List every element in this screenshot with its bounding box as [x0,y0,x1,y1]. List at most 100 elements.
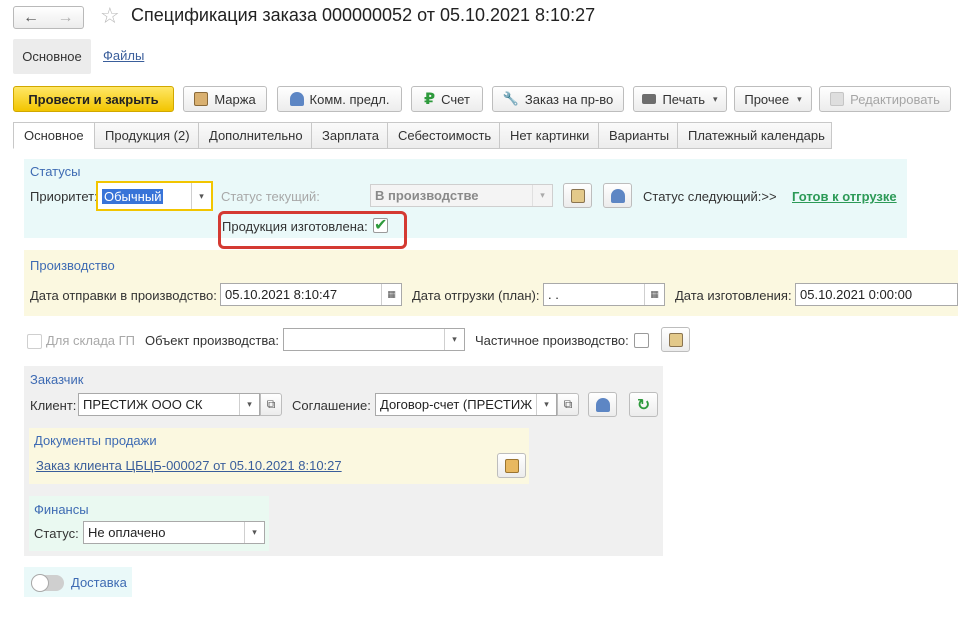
form-tabs: Основное Продукция (2) Дополнительно Зар… [13,122,832,149]
chevron-down-icon: ▾ [713,93,718,104]
chevron-down-icon: ▾ [797,93,802,104]
sent-date-value: 05.10.2021 8:10:47 [225,287,338,302]
payment-status-label: Статус: [34,526,79,541]
next-status-link[interactable]: Готов к отгрузке [792,189,897,204]
client-value: ПРЕСТИЖ ООО СК [83,397,203,412]
other-label: Прочее [744,91,790,107]
tab-main[interactable]: Основное [13,122,94,149]
chevron-down-icon: ▾ [532,185,552,206]
tab-variants[interactable]: Варианты [598,122,677,149]
refresh-button[interactable]: ↻ [629,392,658,417]
client-label: Клиент: [30,398,77,413]
agreement-label: Соглашение: [292,398,371,413]
calendar-icon[interactable]: ▦ [644,284,664,305]
tab-payment-calendar[interactable]: Платежный календарь [677,122,832,149]
forward-button[interactable]: → [48,6,84,29]
margin-label: Маржа [214,91,256,107]
calendar-icon[interactable]: ▦ [381,284,401,305]
tab-products[interactable]: Продукция (2) [94,122,198,149]
tab-salary[interactable]: Зарплата [311,122,387,149]
clipboard-icon [668,332,683,347]
ship-date-value: . . [548,287,559,302]
priority-select[interactable]: Обычный ▾ [96,181,213,211]
post-and-close-button[interactable]: Провести и закрыть [13,86,174,112]
priority-label: Приоритет: [30,189,98,204]
partial-production-checkbox[interactable] [634,333,649,348]
made-date-value: 05.10.2021 0:00:00 [800,287,913,302]
current-status-label: Статус текущий: [221,189,320,204]
back-button[interactable]: ← [13,6,49,29]
user-icon [289,92,304,106]
made-date-field[interactable]: 05.10.2021 0:00:00 [795,283,958,306]
client-open-button[interactable]: ⧉ [260,393,282,416]
print-label: Печать [662,91,706,107]
chevron-down-icon[interactable]: ▾ [536,394,556,415]
production-object-label: Объект производства: [145,333,279,348]
chevron-down-icon[interactable]: ▾ [239,394,259,415]
sales-docs-title: Документы продажи [34,433,157,448]
arrow-right-icon: → [57,8,74,26]
production-title: Производство [30,258,115,273]
next-status-label: Статус следующий:>> [643,189,777,204]
chevron-down-icon[interactable]: ▾ [244,522,264,543]
status-history-button[interactable] [563,183,592,208]
sales-order-link[interactable]: Заказ клиента ЦБЦБ-000027 от 05.10.2021 … [36,458,342,473]
production-order-button[interactable]: 🔧 Заказ на пр-во [492,86,624,112]
status-user-button[interactable] [603,183,632,208]
open-icon: ⧉ [266,397,276,411]
partial-production-label: Частичное производство: [475,333,629,348]
invoice-label: Счет [441,91,470,107]
sent-date-label: Дата отправки в производство: [30,288,217,303]
other-button[interactable]: Прочее ▾ [734,86,812,112]
highlight-frame [218,211,407,249]
partial-production-button[interactable] [661,327,690,352]
customer-user-button[interactable] [588,392,617,417]
commercial-offer-button[interactable]: Комм. предл. [277,86,402,112]
priority-value: Обычный [102,188,164,204]
current-status-field: В производстве ▾ [370,184,553,207]
subnav-main[interactable]: Основное [13,39,91,74]
production-object-select[interactable]: ▾ [283,328,465,351]
sales-docs-upload-button[interactable] [497,453,526,478]
production-order-label: Заказ на пр-во [524,91,614,107]
ship-date-label: Дата отгрузки (план): [412,288,540,303]
agreement-select[interactable]: Договор-счет (ПРЕСТИЖ ▾ [375,393,557,416]
sent-date-field[interactable]: 05.10.2021 8:10:47 ▦ [220,283,402,306]
ship-date-field[interactable]: . . ▦ [543,283,665,306]
tab-cost[interactable]: Себестоимость [387,122,499,149]
warehouse-checkbox[interactable] [27,334,42,349]
open-icon: ⧉ [563,397,573,411]
margin-icon [194,92,209,106]
tab-additional[interactable]: Дополнительно [198,122,311,149]
commercial-offer-label: Комм. предл. [309,91,390,107]
client-select[interactable]: ПРЕСТИЖ ООО СК ▾ [78,393,260,416]
chevron-down-icon[interactable]: ▾ [191,183,211,209]
chevron-down-icon[interactable]: ▾ [444,329,464,350]
tab-no-picture[interactable]: Нет картинки [499,122,598,149]
margin-button[interactable]: Маржа [183,86,267,112]
favorite-star-icon[interactable]: ☆ [100,3,120,29]
post-and-close-label: Провести и закрыть [28,91,159,107]
subnav-files-link[interactable]: Файлы [103,48,144,63]
print-button[interactable]: Печать ▾ [633,86,727,112]
agreement-value: Договор-счет (ПРЕСТИЖ [380,397,533,412]
agreement-open-button[interactable]: ⧉ [557,393,579,416]
made-date-label: Дата изготовления: [675,288,792,303]
refresh-icon: ↻ [636,396,651,414]
edit-button[interactable]: Редактировать [819,86,951,112]
customer-title: Заказчик [30,372,84,387]
payment-status-value: Не оплачено [88,525,166,540]
delivery-label: Доставка [71,575,127,590]
page-title: Спецификация заказа 000000052 от 05.10.2… [131,5,596,25]
arrow-left-icon: ← [23,8,39,26]
edit-label: Редактировать [850,91,940,107]
invoice-button[interactable]: ₽ Счет [411,86,483,112]
finance-title: Финансы [34,502,89,517]
delivery-toggle[interactable] [31,574,64,592]
warehouse-label: Для склада ГП [46,333,136,348]
ruble-icon: ₽ [424,91,436,108]
user-icon [595,397,610,412]
payment-status-select[interactable]: Не оплачено ▾ [83,521,265,544]
upload-icon [504,458,519,473]
statuses-title: Статусы [30,164,81,179]
